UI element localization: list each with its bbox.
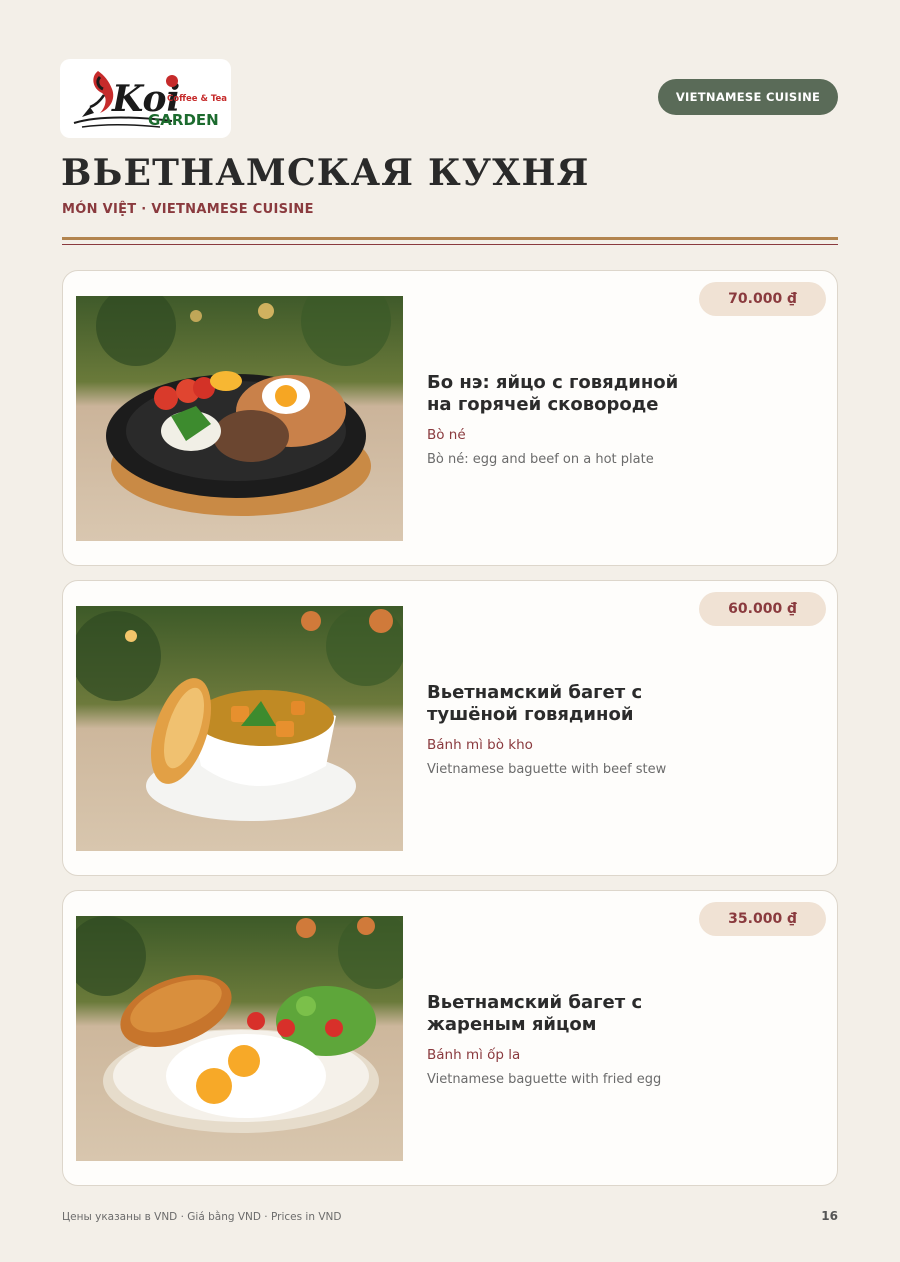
koi-garden-logo: Koi Coffee & Tea GARDEN [60, 59, 231, 138]
bo-ne-photo [76, 296, 403, 541]
divider-thin [62, 244, 838, 245]
svg-text:GARDEN: GARDEN [148, 111, 219, 129]
page-number: 16 [821, 1209, 838, 1223]
menu-item-card: 35.000 ₫ Вьетнамский багет с жареным яйц… [62, 890, 838, 1186]
item-name: Бо нэ: яйцо с говядиной на горячей сково… [427, 371, 679, 416]
item-vietnamese-name: Bánh mì ốp la [427, 1046, 521, 1063]
price-tag: 70.000 ₫ [699, 282, 826, 316]
price-tag: 60.000 ₫ [699, 592, 826, 626]
item-vietnamese-name: Bò né [427, 426, 466, 443]
cuisine-badge: VIETNAMESE CUISINE [658, 79, 838, 115]
menu-item-card: 70.000 ₫ Бо нэ: яйцо с говядиной на горя… [62, 270, 838, 566]
item-vietnamese-name: Bánh mì bò kho [427, 736, 533, 753]
item-info: Вьетнамский багет с тушёной говядиной Bá… [427, 581, 697, 877]
price-tag: 35.000 ₫ [699, 902, 826, 936]
item-description: Vietnamese baguette with beef stew [427, 761, 667, 777]
item-description: Vietnamese baguette with fried egg [427, 1071, 662, 1087]
item-info: Вьетнамский багет с жареным яйцом Bánh m… [427, 891, 697, 1187]
menu-item-card: 60.000 ₫ Вьетнамский багет с тушёной гов… [62, 580, 838, 876]
banh-mi-op-la-photo [76, 916, 403, 1161]
menu-page: Koi Coffee & Tea GARDEN VIETNAMESE CUISI… [0, 0, 900, 1262]
item-info: Бо нэ: яйцо с говядиной на горячей сково… [427, 271, 697, 567]
price-currency-note: Цены указаны в VND · Giá bằng VND · Pric… [62, 1211, 342, 1223]
item-name: Вьетнамский багет с тушёной говядиной [427, 681, 643, 726]
item-name: Вьетнамский багет с жареным яйцом [427, 991, 643, 1036]
svg-text:Coffee & Tea: Coffee & Tea [167, 94, 227, 104]
page-title: ВЬЕТНАМСКАЯ КУХНЯ [61, 152, 590, 194]
banh-mi-bo-kho-photo [76, 606, 403, 851]
page-subtitle: MÓN VIỆT · VIETNAMESE CUISINE [62, 202, 314, 217]
item-description: Bò né: egg and beef on a hot plate [427, 451, 654, 467]
divider-gold [62, 237, 838, 240]
